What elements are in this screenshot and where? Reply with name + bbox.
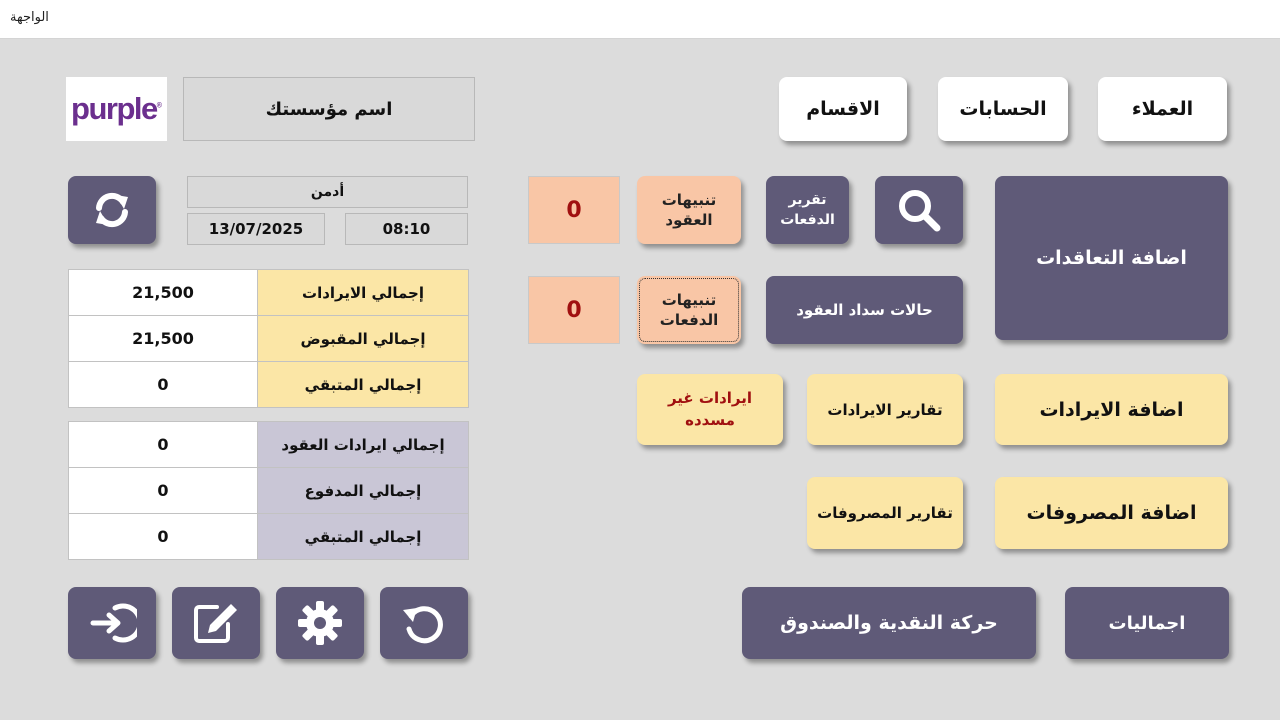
contract-alerts-count: 0 [528,176,620,244]
accounts-button[interactable]: الحسابات [938,77,1068,141]
payment-alerts-button[interactable]: تنبيهات الدفعات [637,276,741,344]
payments-report-button[interactable]: تقرير الدفعات [766,176,849,244]
refresh-button[interactable] [68,176,156,244]
undo-icon [403,606,443,644]
contracts-revenue-value: 0 [68,421,258,468]
add-expenses-button[interactable]: اضافة المصروفات [995,477,1228,549]
add-expenses-label: اضافة المصروفات [1026,502,1197,524]
date-box: 13/07/2025 [187,213,325,245]
revenue-reports-button[interactable]: تقارير الايرادات [807,374,963,445]
settings-button[interactable] [276,587,364,659]
contracts-remaining-value: 0 [68,513,258,560]
search-button[interactable] [875,176,963,244]
contracts-paid-value: 0 [68,467,258,514]
logo-registered-mark: ® [156,102,162,110]
logout-button[interactable] [68,587,156,659]
unpaid-revenue-label-line1: ايرادات غير [667,388,753,407]
contract-alerts-label-line2: العقود [665,211,713,229]
table-row: 21,500 إجمالي المقبوض [68,315,469,362]
payment-alerts-count: 0 [528,276,620,344]
cash-movement-label: حركة النقدية والصندوق [780,612,998,634]
total-received-value: 21,500 [68,315,258,362]
customers-label: العملاء [1131,98,1194,120]
edit-button[interactable] [172,587,260,659]
add-contracts-label: اضافة التعاقدات [1036,247,1187,269]
revenue-reports-label: تقارير الايرادات [827,400,943,419]
organization-name-box: اسم مؤسستك [183,77,475,141]
customers-button[interactable]: العملاء [1098,77,1227,141]
gear-icon [298,601,342,645]
contracts-paid-label: إجمالي المدفوع [257,467,469,514]
contracts-revenue-label: إجمالي ايرادات العقود [257,421,469,468]
contract-alerts-count-value: 0 [566,197,582,223]
expense-reports-label: تقارير المصروفات [817,504,953,522]
user-name-box: أدمن [187,176,468,208]
total-remaining-value: 0 [68,361,258,408]
total-received-label: إجمالي المقبوض [257,315,469,362]
logo-text: purple [71,91,158,126]
total-remaining-label: إجمالي المتبقي [257,361,469,408]
payments-report-label-line2: الدفعات [780,212,835,228]
contract-alerts-label-line1: تنبيهات [661,190,717,209]
user-name: أدمن [310,184,345,200]
edit-icon [194,604,237,643]
accounts-label: الحسابات [959,98,1047,120]
current-time: 08:10 [382,220,431,238]
contract-payment-status-button[interactable]: حالات سداد العقود [766,276,963,344]
refresh-icon [96,192,128,228]
contract-alerts-button[interactable]: تنبيهات العقود [637,176,741,244]
add-revenue-label: اضافة الايرادات [1039,398,1184,421]
payment-alerts-label-line2: الدفعات [659,311,719,329]
total-revenue-value: 21,500 [68,269,258,316]
window-title: الواجهة [10,10,49,25]
table-row: 0 إجمالي المتبقي [68,513,469,560]
total-revenue-label: إجمالي الايرادات [257,269,469,316]
company-logo: purple® [66,77,167,141]
table-row: 0 إجمالي ايرادات العقود [68,421,469,468]
window-titlebar: الواجهة [0,0,1280,39]
search-icon [899,190,941,232]
totals-button[interactable]: اجماليات [1065,587,1229,659]
time-box: 08:10 [345,213,468,245]
payment-alerts-label-line1: تنبيهات [661,290,717,309]
undo-button[interactable] [380,587,468,659]
contracts-summary-table: 0 إجمالي ايرادات العقود 0 إجمالي المدفوع… [68,421,469,560]
unpaid-revenue-button[interactable]: ايرادات غير مسدده [637,374,783,445]
totals-label: اجماليات [1108,612,1186,634]
add-revenue-button[interactable]: اضافة الايرادات [995,374,1228,445]
table-row: 21,500 إجمالي الايرادات [68,269,469,316]
organization-name: اسم مؤسستك [265,98,393,120]
add-contracts-button[interactable]: اضافة التعاقدات [995,176,1228,340]
payments-report-label-line1: تقرير [788,191,827,208]
logout-icon [90,603,137,643]
departments-label: الاقسام [806,98,880,120]
payment-alerts-count-value: 0 [566,297,582,323]
contract-payment-status-label: حالات سداد العقود [796,301,933,319]
expense-reports-button[interactable]: تقارير المصروفات [807,477,963,549]
unpaid-revenue-label-line2: مسدده [685,410,735,429]
contracts-remaining-label: إجمالي المتبقي [257,513,469,560]
departments-button[interactable]: الاقسام [779,77,907,141]
income-summary-table: 21,500 إجمالي الايرادات 21,500 إجمالي ال… [68,269,469,408]
current-date: 13/07/2025 [208,220,304,238]
table-row: 0 إجمالي المتبقي [68,361,469,408]
table-row: 0 إجمالي المدفوع [68,467,469,514]
cash-movement-button[interactable]: حركة النقدية والصندوق [742,587,1036,659]
